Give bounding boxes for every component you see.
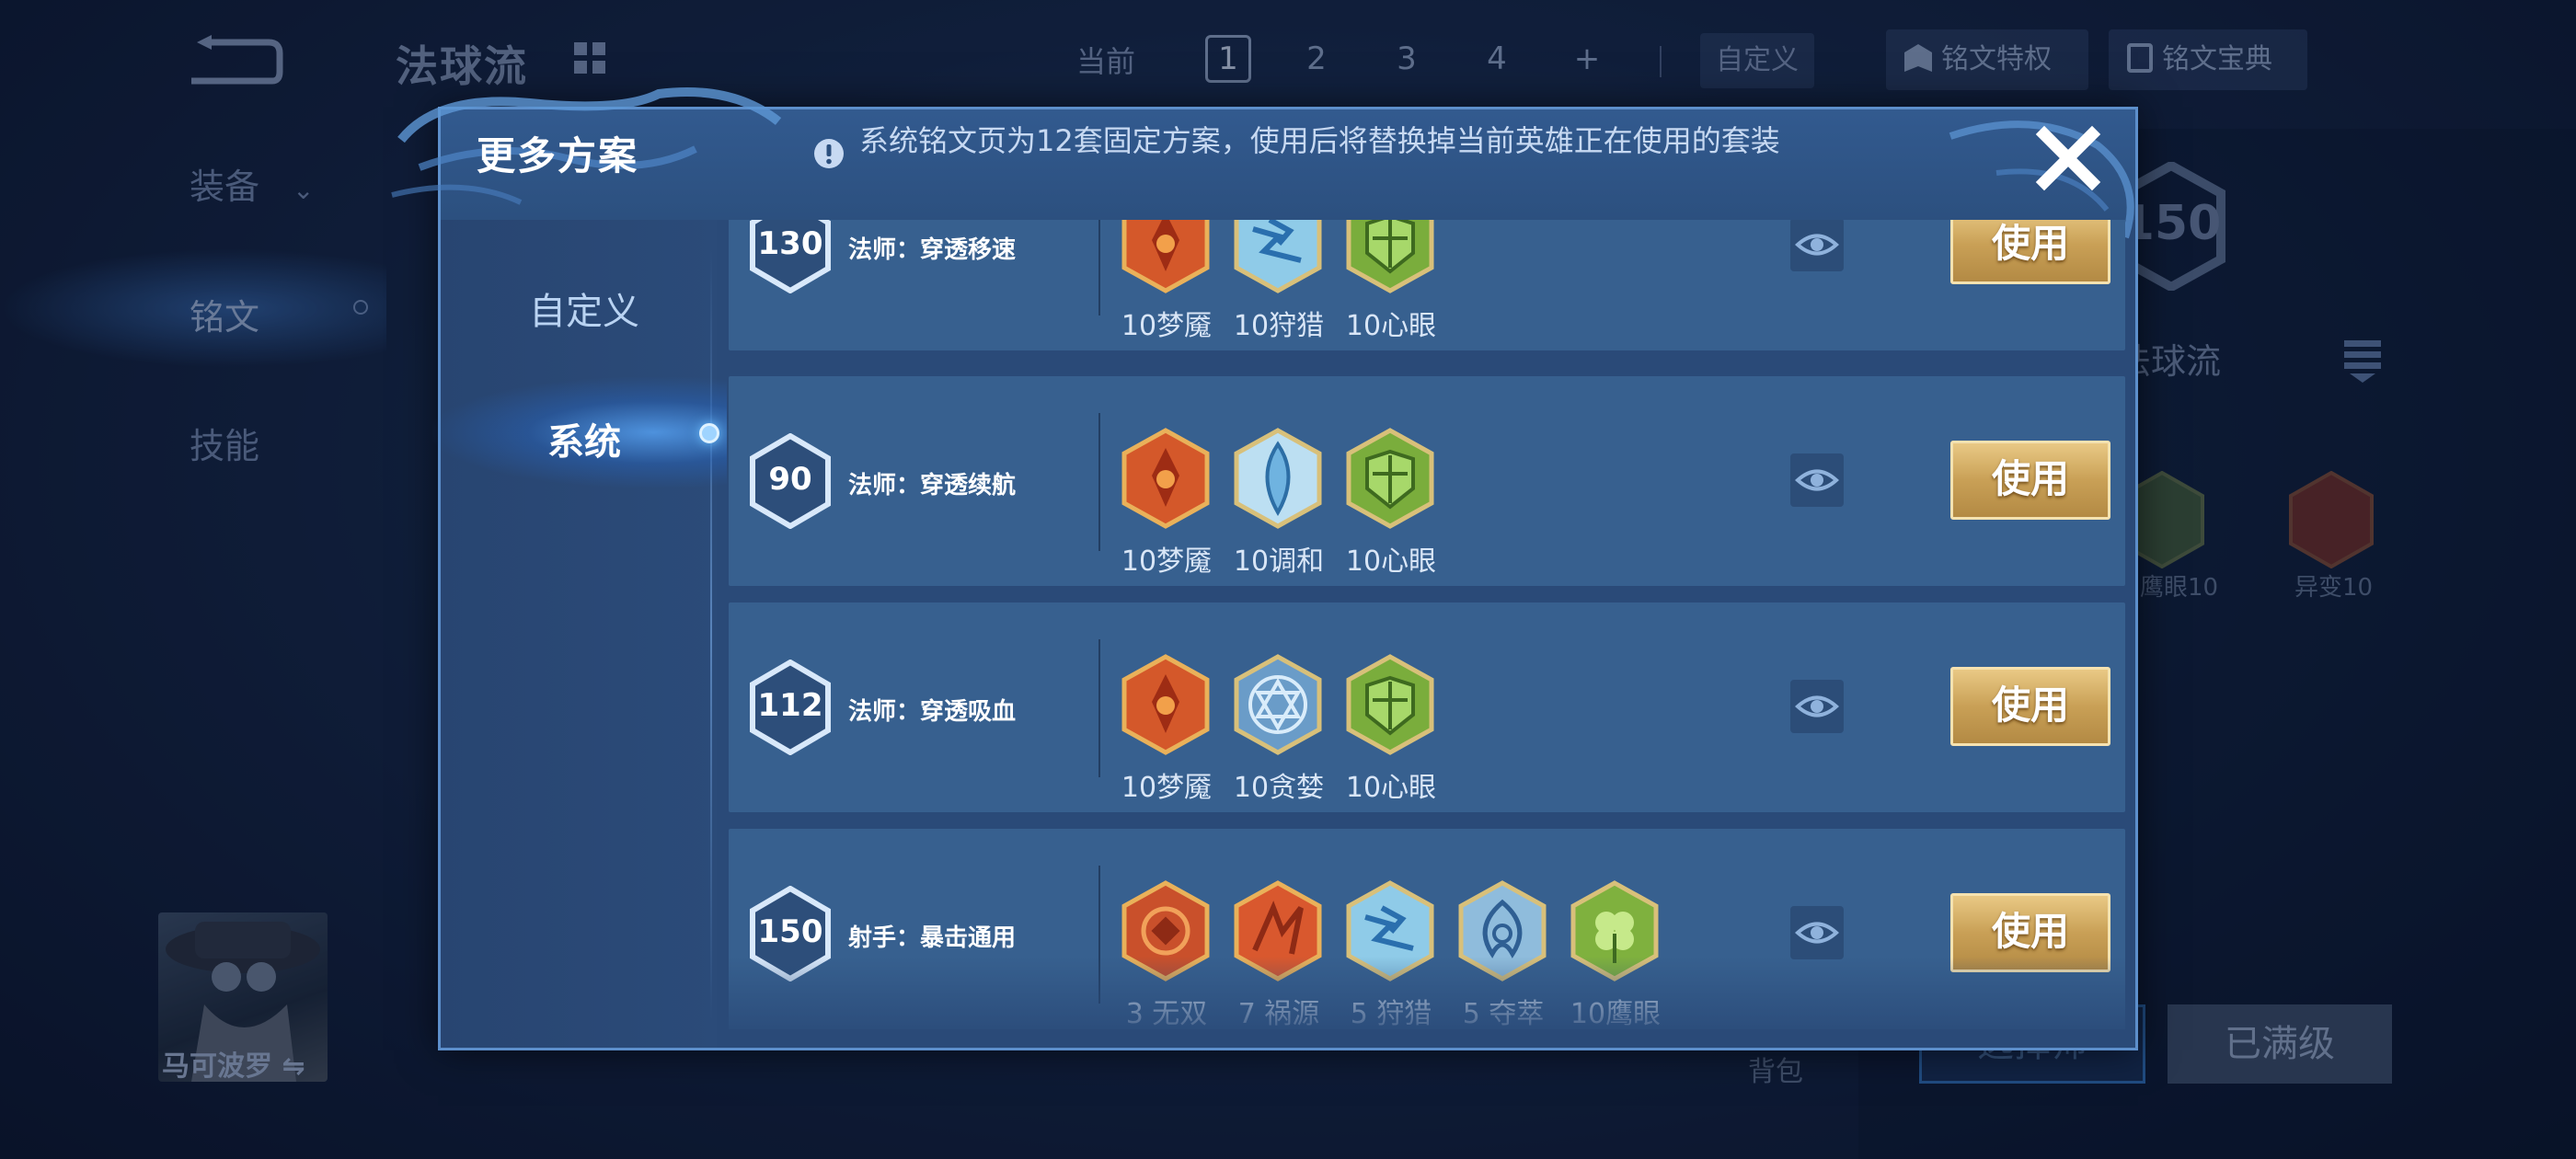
row-divider xyxy=(1098,413,1100,551)
rune-label: 5 狩猎 xyxy=(1350,998,1432,1029)
use-scheme-button[interactable]: 使用 xyxy=(1950,441,2110,520)
rune-label: 10狩猎 xyxy=(1233,310,1325,342)
preview-eye-button[interactable] xyxy=(1790,906,1844,959)
scheme-level: 130 xyxy=(757,225,823,262)
dream-rune-icon xyxy=(1121,654,1210,755)
scheme-row: 150 射手：暴击通用 3 无双 7 祸源 5 狩猎 5 夺萃 10鹰眼 使用 xyxy=(729,829,2125,1029)
dream-rune-icon xyxy=(1121,220,1210,293)
hunt-rune-icon xyxy=(1234,220,1322,293)
rune-label: 10调和 xyxy=(1233,545,1325,578)
scheme-level: 150 xyxy=(757,913,823,950)
scheme-name: 法师：穿透吸血 xyxy=(848,698,1017,726)
scheme-tab-column xyxy=(441,220,717,1048)
dream-rune-icon xyxy=(1121,428,1210,529)
preview-eye-button[interactable] xyxy=(1790,680,1844,733)
dialog-title: 更多方案 xyxy=(477,133,639,178)
hunt-rune-icon xyxy=(1346,880,1434,981)
scheme-level: 90 xyxy=(768,461,812,498)
rune-label: 10心眼 xyxy=(1345,545,1437,578)
use-scheme-button[interactable]: 使用 xyxy=(1950,667,2110,746)
use-scheme-button[interactable]: 使用 xyxy=(1950,220,2110,284)
close-icon[interactable] xyxy=(2031,121,2105,195)
rune-label: 10贪婪 xyxy=(1233,772,1325,804)
rune-label: 10梦魇 xyxy=(1121,545,1213,578)
tab-custom[interactable]: 自定义 xyxy=(460,281,708,335)
greed-rune-icon xyxy=(1234,654,1322,755)
seize-rune-icon xyxy=(1458,880,1547,981)
row-divider xyxy=(1098,639,1100,777)
peerless-rune-icon xyxy=(1121,880,1210,981)
eye-icon xyxy=(1795,234,1839,256)
eye-icon xyxy=(1795,695,1839,717)
tab-divider xyxy=(710,248,712,1021)
eye-icon xyxy=(1795,469,1839,491)
mind-rune-icon xyxy=(1346,428,1434,529)
rune-label: 5 夺萃 xyxy=(1462,998,1545,1029)
mind-rune-icon xyxy=(1346,654,1434,755)
scheme-row: 130 法师：穿透移速 10梦魇 10狩猎 10心眼 使用 xyxy=(729,220,2125,350)
preview-eye-button[interactable] xyxy=(1790,220,1844,271)
tab-indicator-dot xyxy=(699,423,719,443)
tab-system[interactable]: 系统 xyxy=(460,412,708,465)
eagle-rune-icon xyxy=(1570,880,1659,981)
scheme-row: 90 法师：穿透续航 10梦魇 10调和 10心眼 使用 xyxy=(729,376,2125,586)
scheme-row: 112 法师：穿透吸血 10梦魇 10贪婪 10心眼 使用 xyxy=(729,602,2125,812)
use-scheme-button[interactable]: 使用 xyxy=(1950,893,2110,972)
row-divider xyxy=(1098,220,1100,316)
calamity-rune-icon xyxy=(1234,880,1322,981)
harmony-rune-icon xyxy=(1234,428,1322,529)
rune-label: 10心眼 xyxy=(1345,310,1437,342)
scheme-name: 法师：穿透续航 xyxy=(848,472,1017,499)
rune-label: 10梦魇 xyxy=(1121,310,1213,342)
rune-label: 7 祸源 xyxy=(1237,998,1320,1029)
info-icon xyxy=(814,139,844,168)
rune-label: 3 无双 xyxy=(1125,998,1208,1029)
eye-icon xyxy=(1795,922,1839,944)
row-divider xyxy=(1098,866,1100,1004)
scheme-name: 射手：暴击通用 xyxy=(848,924,1017,952)
rune-label: 10心眼 xyxy=(1345,772,1437,804)
rune-label: 10梦魇 xyxy=(1121,772,1213,804)
rune-label: 10鹰眼 xyxy=(1570,998,1662,1029)
scheme-level: 112 xyxy=(757,687,823,724)
scheme-name: 法师：穿透移速 xyxy=(848,236,1017,264)
dialog-notice: 系统铭文页为12套固定方案，使用后将替换掉当前英雄正在使用的套装 xyxy=(859,123,1780,158)
preview-eye-button[interactable] xyxy=(1790,453,1844,507)
scheme-list[interactable]: 130 法师：穿透移速 10梦魇 10狩猎 10心眼 使用 90 法师：穿透续航… xyxy=(729,220,2127,1029)
mind-rune-icon xyxy=(1346,220,1434,293)
